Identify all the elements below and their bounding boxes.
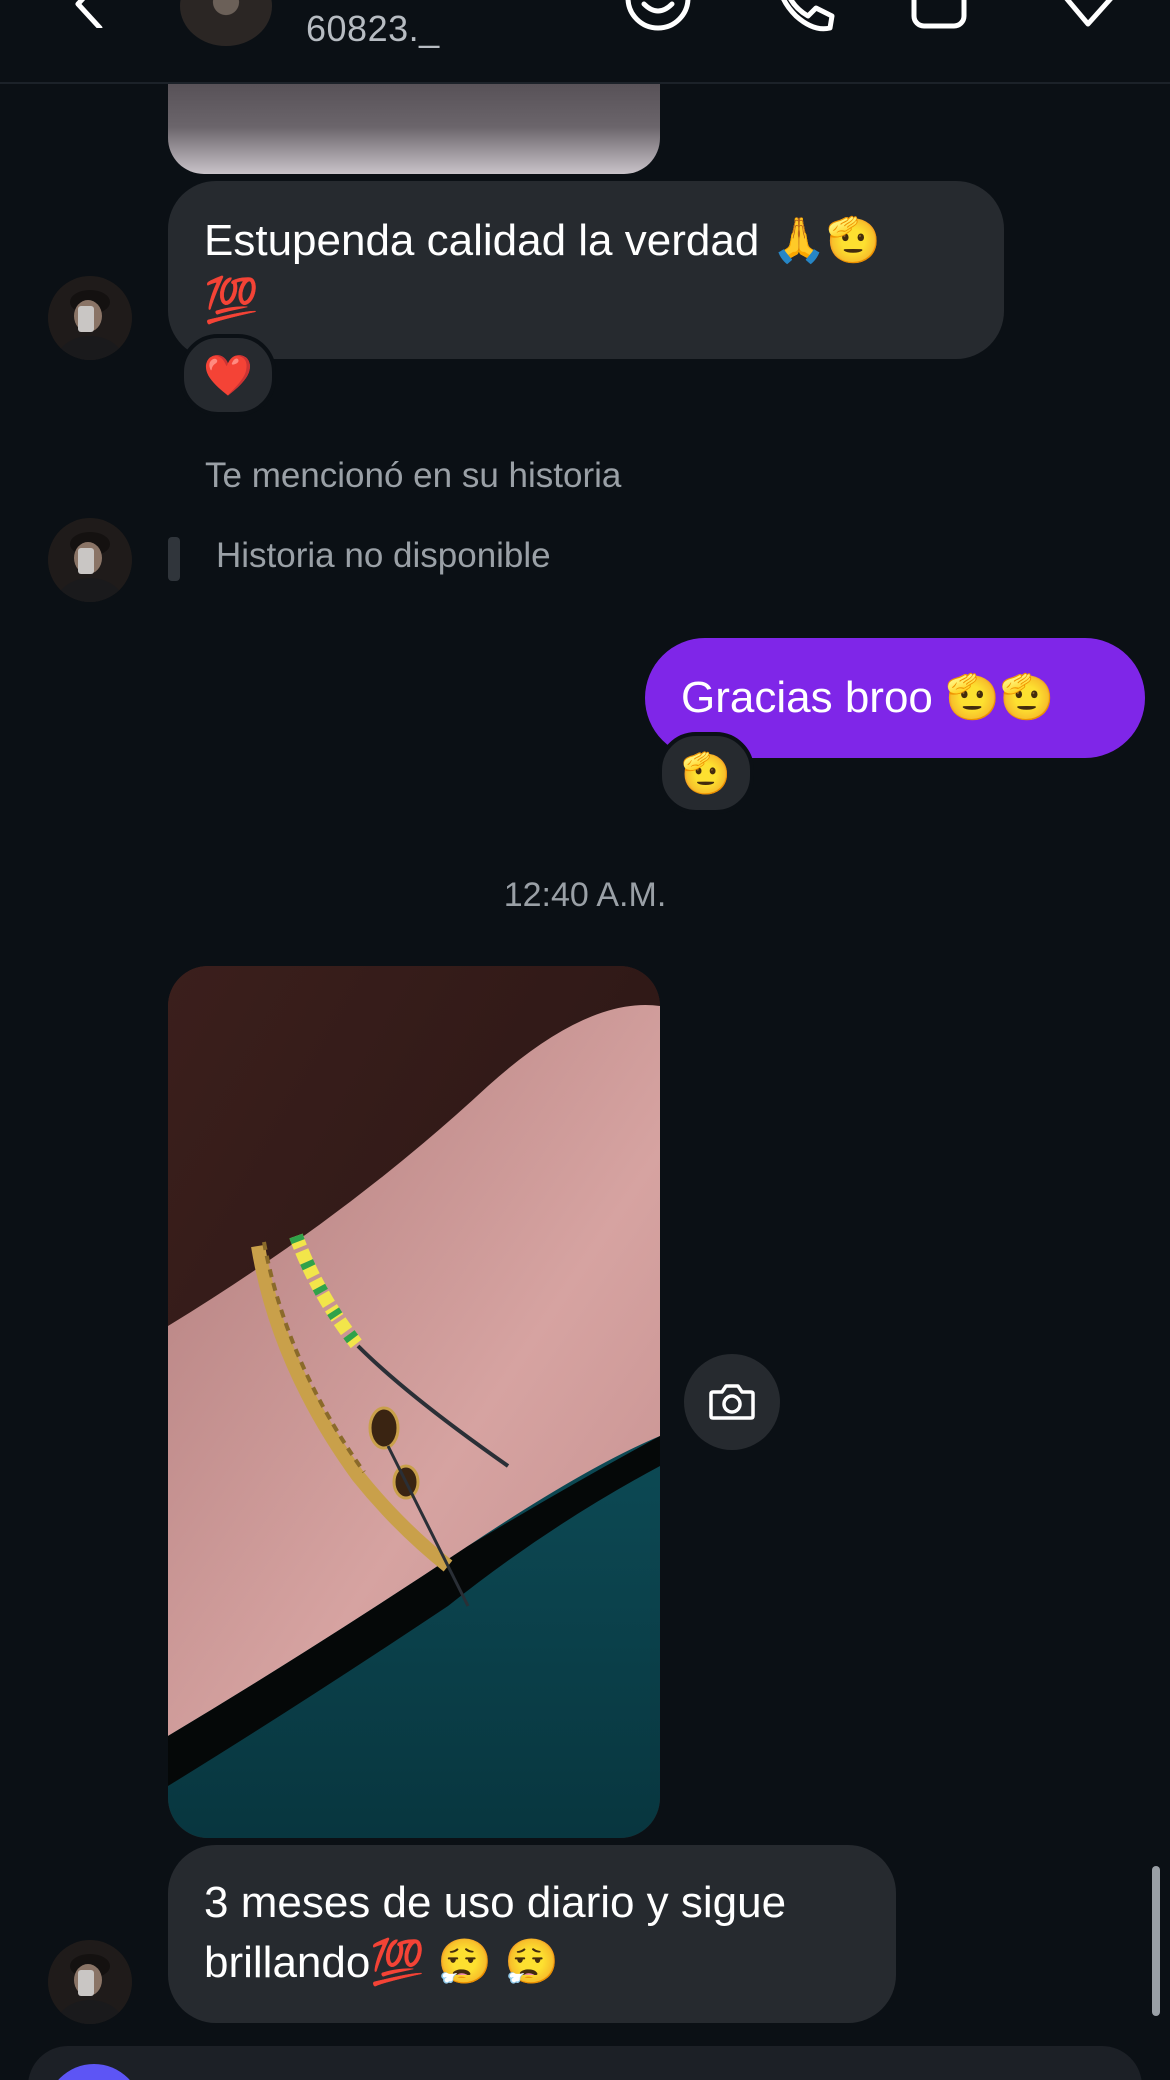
avatar-image — [48, 276, 132, 360]
sender-avatar[interactable] — [48, 276, 132, 360]
shared-photo-previous[interactable] — [168, 70, 660, 174]
back-button[interactable] — [66, 0, 114, 31]
chevron-left-icon — [75, 0, 103, 31]
tag-icon — [1064, 0, 1113, 27]
story-unavailable-label[interactable]: Historia no disponible — [216, 536, 551, 576]
tag-button[interactable] — [1052, 0, 1128, 34]
audio-call-button[interactable] — [770, 0, 846, 34]
phone-icon — [781, 0, 835, 32]
header-avatar[interactable] — [180, 0, 272, 46]
incoming-message-bubble[interactable]: 3 meses de uso diario y sigue brillando💯… — [168, 1845, 896, 2023]
avatar-image — [48, 1940, 132, 2024]
scrollbar[interactable] — [1152, 1866, 1160, 2016]
story-reply-bar — [168, 537, 180, 581]
sender-avatar[interactable] — [48, 1940, 132, 2024]
sticker-button[interactable] — [624, 0, 700, 34]
timestamp: 12:40 A.M. — [503, 876, 667, 914]
chat-screen: 60823._ Estupenda calidad la verdad 🙏🫡 💯… — [0, 0, 1170, 2080]
camera-icon — [709, 1384, 755, 1420]
reaction-badge[interactable]: ❤️ — [180, 334, 276, 416]
video-call-button[interactable] — [910, 0, 986, 34]
sender-avatar[interactable] — [48, 518, 132, 602]
bracelet-photo — [168, 966, 660, 1838]
story-mention-label: Te mencionó en su historia — [205, 456, 622, 495]
camera-reply-button[interactable] — [684, 1354, 780, 1450]
reaction-badge[interactable]: 🫡 — [658, 732, 754, 814]
chat-header: 60823._ — [0, 0, 1170, 84]
video-camera-icon — [911, 0, 967, 29]
avatar-image — [48, 518, 132, 602]
shared-photo[interactable] — [168, 966, 660, 1838]
header-username[interactable]: 60823._ — [306, 8, 440, 50]
sticker-icon — [625, 0, 691, 31]
composer-camera-button[interactable] — [46, 2064, 142, 2080]
message-composer[interactable] — [28, 2046, 1142, 2080]
incoming-message-bubble[interactable]: Estupenda calidad la verdad 🙏🫡 💯 — [168, 181, 1004, 359]
